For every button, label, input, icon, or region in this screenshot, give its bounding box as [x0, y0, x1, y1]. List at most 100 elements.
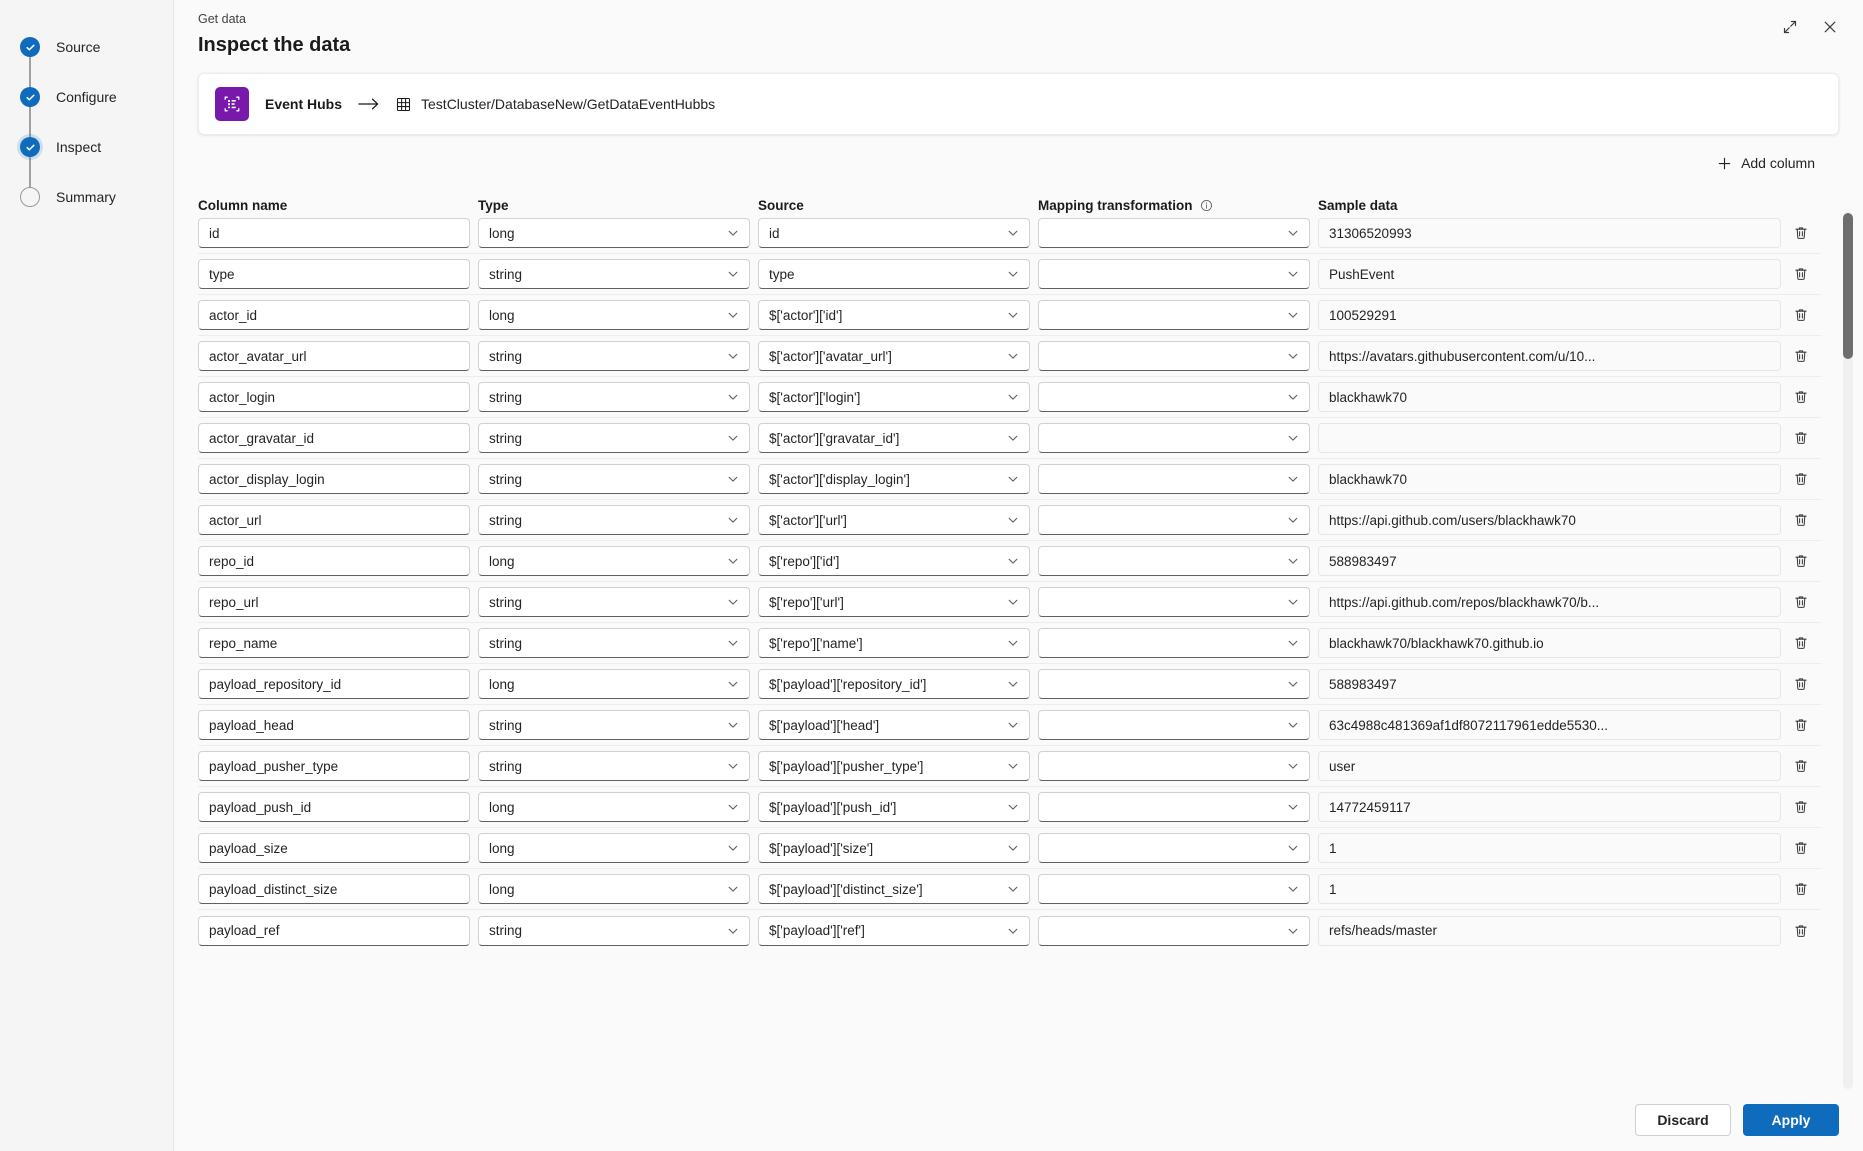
- trash-icon[interactable]: [1785, 628, 1817, 658]
- trash-icon[interactable]: [1785, 792, 1817, 822]
- type-select[interactable]: string: [478, 751, 750, 781]
- type-select[interactable]: long: [478, 218, 750, 248]
- type-select[interactable]: string: [478, 423, 750, 453]
- grid-scrollbar[interactable]: [1843, 213, 1853, 1089]
- column-name-input[interactable]: payload_pusher_type: [198, 751, 470, 781]
- column-name-input[interactable]: actor_id: [198, 300, 470, 330]
- mapping-transformation-select[interactable]: [1038, 833, 1310, 863]
- type-select[interactable]: long: [478, 546, 750, 576]
- trash-icon[interactable]: [1785, 259, 1817, 289]
- column-name-input[interactable]: repo_id: [198, 546, 470, 576]
- trash-icon[interactable]: [1785, 916, 1817, 946]
- source-select[interactable]: $['payload']['distinct_size']: [758, 874, 1030, 904]
- discard-button[interactable]: Discard: [1635, 1104, 1731, 1136]
- type-select[interactable]: long: [478, 874, 750, 904]
- trash-icon[interactable]: [1785, 464, 1817, 494]
- source-select[interactable]: $['actor']['avatar_url']: [758, 341, 1030, 371]
- trash-icon[interactable]: [1785, 751, 1817, 781]
- column-name-input[interactable]: repo_url: [198, 587, 470, 617]
- mapping-transformation-select[interactable]: [1038, 915, 1310, 946]
- mapping-transformation-select[interactable]: [1038, 259, 1310, 289]
- type-select[interactable]: string: [478, 587, 750, 617]
- trash-icon[interactable]: [1785, 546, 1817, 576]
- mapping-transformation-select[interactable]: [1038, 546, 1310, 576]
- column-name-input[interactable]: payload_repository_id: [198, 669, 470, 699]
- column-name-input[interactable]: id: [198, 218, 470, 248]
- source-select[interactable]: $['actor']['url']: [758, 505, 1030, 535]
- info-icon[interactable]: [1200, 199, 1213, 212]
- mapping-transformation-select[interactable]: [1038, 300, 1310, 330]
- source-select[interactable]: type: [758, 259, 1030, 289]
- type-select[interactable]: long: [478, 669, 750, 699]
- trash-icon[interactable]: [1785, 874, 1817, 904]
- wizard-step-summary[interactable]: Summary: [0, 172, 173, 222]
- apply-button[interactable]: Apply: [1743, 1104, 1839, 1136]
- mapping-transformation-select[interactable]: [1038, 587, 1310, 617]
- mapping-transformation-select[interactable]: [1038, 423, 1310, 453]
- column-name-input[interactable]: actor_login: [198, 382, 470, 412]
- mapping-transformation-select[interactable]: [1038, 874, 1310, 904]
- close-icon[interactable]: [1815, 12, 1845, 42]
- type-select[interactable]: string: [478, 505, 750, 535]
- wizard-step-inspect[interactable]: Inspect: [0, 122, 173, 207]
- wizard-step-source[interactable]: Source: [0, 22, 173, 107]
- type-select[interactable]: long: [478, 792, 750, 822]
- type-select[interactable]: string: [478, 341, 750, 371]
- trash-icon[interactable]: [1785, 669, 1817, 699]
- column-name-input[interactable]: actor_gravatar_id: [198, 423, 470, 453]
- mapping-transformation-select[interactable]: [1038, 218, 1310, 248]
- source-select[interactable]: $['actor']['id']: [758, 300, 1030, 330]
- wizard-step-configure[interactable]: Configure: [0, 72, 173, 157]
- source-select[interactable]: $['actor']['login']: [758, 382, 1030, 412]
- column-name-input[interactable]: actor_avatar_url: [198, 341, 470, 371]
- trash-icon[interactable]: [1785, 833, 1817, 863]
- column-name-input[interactable]: actor_url: [198, 505, 470, 535]
- trash-icon[interactable]: [1785, 423, 1817, 453]
- source-select[interactable]: $['payload']['push_id']: [758, 792, 1030, 822]
- mapping-transformation-select[interactable]: [1038, 505, 1310, 535]
- source-select[interactable]: $['repo']['url']: [758, 587, 1030, 617]
- trash-icon[interactable]: [1785, 505, 1817, 535]
- mapping-transformation-select[interactable]: [1038, 710, 1310, 740]
- source-select[interactable]: id: [758, 218, 1030, 248]
- source-select[interactable]: $['actor']['display_login']: [758, 464, 1030, 494]
- column-name-input[interactable]: payload_ref: [198, 915, 470, 946]
- source-select[interactable]: $['payload']['size']: [758, 833, 1030, 863]
- source-select[interactable]: $['actor']['gravatar_id']: [758, 423, 1030, 453]
- source-select[interactable]: $['payload']['head']: [758, 710, 1030, 740]
- type-select[interactable]: long: [478, 833, 750, 863]
- type-select[interactable]: long: [478, 300, 750, 330]
- source-select[interactable]: $['payload']['ref']: [758, 915, 1030, 946]
- column-name-input[interactable]: payload_size: [198, 833, 470, 863]
- mapping-transformation-select[interactable]: [1038, 341, 1310, 371]
- type-select[interactable]: string: [478, 382, 750, 412]
- column-name-input[interactable]: payload_push_id: [198, 792, 470, 822]
- source-select[interactable]: $['payload']['pusher_type']: [758, 751, 1030, 781]
- source-select[interactable]: $['payload']['repository_id']: [758, 669, 1030, 699]
- mapping-transformation-select[interactable]: [1038, 464, 1310, 494]
- type-select[interactable]: string: [478, 915, 750, 946]
- trash-icon[interactable]: [1785, 218, 1817, 248]
- trash-icon[interactable]: [1785, 710, 1817, 740]
- mapping-transformation-select[interactable]: [1038, 628, 1310, 658]
- trash-icon[interactable]: [1785, 382, 1817, 412]
- trash-icon[interactable]: [1785, 587, 1817, 617]
- source-select[interactable]: $['repo']['id']: [758, 546, 1030, 576]
- mapping-transformation-select[interactable]: [1038, 792, 1310, 822]
- mapping-transformation-select[interactable]: [1038, 751, 1310, 781]
- mapping-transformation-select[interactable]: [1038, 382, 1310, 412]
- type-select[interactable]: string: [478, 628, 750, 658]
- mapping-transformation-select[interactable]: [1038, 669, 1310, 699]
- column-name-input[interactable]: type: [198, 259, 470, 289]
- column-name-input[interactable]: payload_distinct_size: [198, 874, 470, 904]
- trash-icon[interactable]: [1785, 300, 1817, 330]
- type-select[interactable]: string: [478, 259, 750, 289]
- type-select[interactable]: string: [478, 710, 750, 740]
- add-column-button[interactable]: Add column: [1709, 149, 1823, 177]
- expand-icon[interactable]: [1775, 12, 1805, 42]
- trash-icon[interactable]: [1785, 341, 1817, 371]
- column-name-input[interactable]: repo_name: [198, 628, 470, 658]
- grid-scrollbar-thumb[interactable]: [1843, 213, 1853, 359]
- column-name-input[interactable]: actor_display_login: [198, 464, 470, 494]
- type-select[interactable]: string: [478, 464, 750, 494]
